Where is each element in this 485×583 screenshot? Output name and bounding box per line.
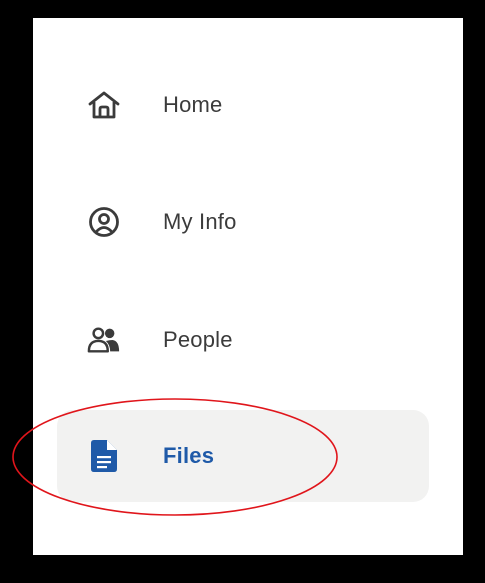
sidebar-item-my-info[interactable]: My Info bbox=[57, 176, 429, 268]
home-icon bbox=[87, 88, 121, 122]
sidebar-item-home[interactable]: Home bbox=[57, 59, 429, 151]
sidebar-item-label: Home bbox=[163, 92, 223, 117]
sidebar-item-people[interactable]: People bbox=[57, 294, 429, 386]
sidebar-item-label: Files bbox=[163, 443, 215, 468]
user-circle-icon bbox=[87, 205, 121, 239]
sidebar-item-label: My Info bbox=[163, 209, 237, 234]
sidebar-item-files[interactable]: Files bbox=[57, 410, 429, 502]
people-icon bbox=[87, 323, 121, 357]
file-icon bbox=[87, 439, 121, 473]
sidebar-nav: Home My Info People Files bbox=[33, 18, 463, 555]
sidebar-item-label: People bbox=[163, 327, 233, 352]
